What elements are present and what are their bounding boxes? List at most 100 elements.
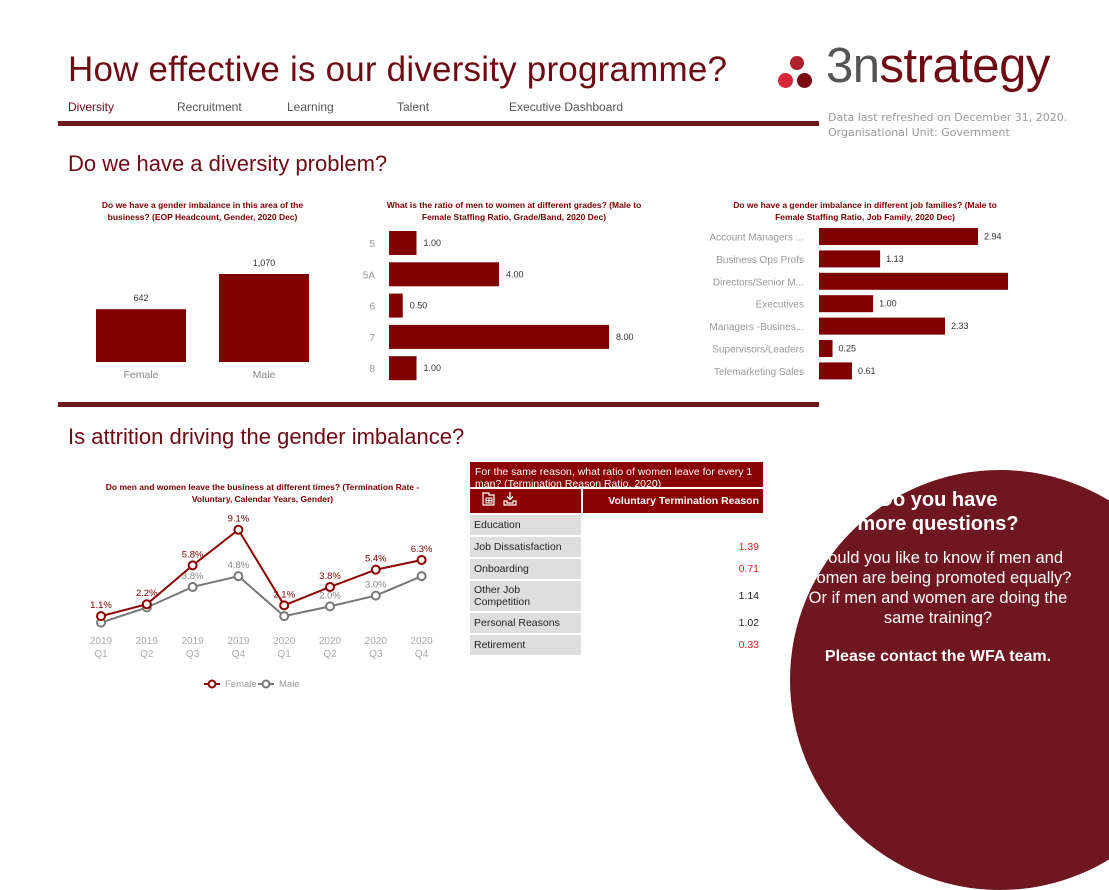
header-divider [58,121,819,126]
point-female [141,599,152,610]
logo-text-strategy: strategy [879,39,1051,93]
x-tick-year: 2019 [90,636,113,647]
data-label: 4.8% [228,560,250,571]
chart-title-job-families: Do we have a gender imbalance in differe… [733,200,997,222]
callout-heading-1: Do you have [878,489,998,511]
data-label: 8.00 [616,332,634,342]
chart-title-grades: What is the ratio of men to women at dif… [386,200,642,222]
row-label: Personal Reasons [470,613,581,633]
logo: 3nstrategy [778,39,1088,106]
table-row: Education [470,515,763,535]
bar-female [96,309,186,362]
y-tick-label: Directors/Senior M... [713,277,804,288]
legend-marker-male [261,679,271,689]
point-male [279,611,290,622]
y-tick-label: Account Managers ... [710,233,805,244]
x-tick-quarter: Q1 [94,649,108,660]
table-title: For the same reason, what ratio of women… [470,462,763,490]
data-label: 642 [133,293,148,303]
x-tick-year: 2020 [319,636,342,647]
tab-executive-dashboard[interactable]: Executive Dashboard [509,100,623,114]
data-label: 1.00 [879,299,897,309]
bar [389,231,417,255]
bar [819,228,978,245]
tab-recruitment[interactable]: Recruitment [177,100,242,114]
page-title: How effective is our diversity programme… [68,50,728,89]
x-tick-quarter: Q4 [415,649,429,660]
x-tick-year: 2019 [136,636,159,647]
data-label: 1.00 [424,363,442,373]
x-tick-quarter: Q1 [278,649,292,660]
point-female [416,554,427,565]
row-label: Job Dissatisfaction [470,537,581,557]
data-label: 1.13 [886,254,904,264]
point-female [96,611,106,622]
data-label: 0.50 [410,301,428,311]
x-tick-year: 2019 [227,636,250,647]
tab-learning[interactable]: Learning [287,100,334,114]
logo-dot-icon [797,73,812,88]
row-value: 0.71 [738,563,759,575]
y-tick-label: Business Ops Profs [716,255,804,266]
download-icon[interactable] [502,491,518,511]
y-tick-label: Executives [756,300,804,311]
grades-chart: 5 1.00 5A 4.00 6 0.50 7 8.00 8 1.00 [363,231,634,381]
bar-male [219,274,309,362]
data-label: 2.94 [984,232,1002,242]
y-tick-label: 5 [369,239,375,250]
row-label: Onboarding [470,559,581,579]
logo-dot-icon [778,73,793,88]
x-tick-label: Male [253,369,276,381]
bar [819,250,881,268]
tab-diversity[interactable]: Diversity [68,100,114,114]
y-tick-label: Supervisors/Leaders [712,345,804,356]
export-table-icon[interactable] [480,491,496,511]
point-female [279,600,290,611]
point-female [370,564,381,575]
data-label: 1.1% [90,600,112,611]
table-row: Other Job Competition 1.14 [470,581,763,611]
data-label: 9.1% [228,514,250,525]
data-label: 3.0% [365,580,387,591]
data-label: 5.8% [182,549,204,560]
bar [389,293,403,318]
legend-marker-female [207,679,217,689]
row-value: 1.39 [738,541,759,553]
data-label: 2.1% [273,589,295,600]
point-male [325,601,335,612]
job-families-chart: Account Managers ... 2.94 Business Ops Pro… [710,228,1008,380]
table-row: Retirement 0.33 [470,635,763,655]
row-label: Retirement [470,635,581,655]
data-label: 6.3% [411,544,433,555]
bar [819,317,946,335]
table-row: Personal Reasons 1.02 [470,613,763,633]
point-male [370,590,381,601]
row-value: 1.14 [738,590,759,602]
section-title-diversity: Do we have a diversity problem? [68,151,388,176]
bar [819,340,833,357]
row-value: 1.02 [738,617,759,629]
point-male [233,571,244,582]
chart-title-termination-rate: Do men and women leave the business at d… [105,482,420,504]
table-row: Onboarding 0.71 [470,559,763,579]
org-unit-label: Organisational Unit: Government [828,126,1010,139]
y-tick-label: 6 [369,302,375,313]
column-header-ratio[interactable]: Voluntary Termination Reason Ratio [583,489,763,531]
tab-talent[interactable]: Talent [397,100,429,114]
x-tick-year: 2020 [273,636,296,647]
point-female [325,581,335,592]
y-tick-label: 5A [363,270,376,281]
x-tick-year: 2020 [365,636,388,647]
data-label: 4.00 [506,269,524,279]
callout-contact: Please contact the WFA team. [824,648,1052,665]
data-label: 0.61 [858,366,876,376]
data-label: 3.8% [319,571,341,582]
callout: Do you have more questions? Would you li… [800,488,1076,666]
chart-title-headcount: Do we have a gender imbalance in this ar… [101,200,304,222]
x-tick-label: Female [123,369,158,381]
x-tick-quarter: Q4 [232,649,246,660]
x-tick-quarter: Q2 [323,649,337,660]
bar [389,324,609,349]
x-tick-year: 2019 [181,636,204,647]
section-title-attrition: Is attrition driving the gender imbalanc… [68,424,465,449]
